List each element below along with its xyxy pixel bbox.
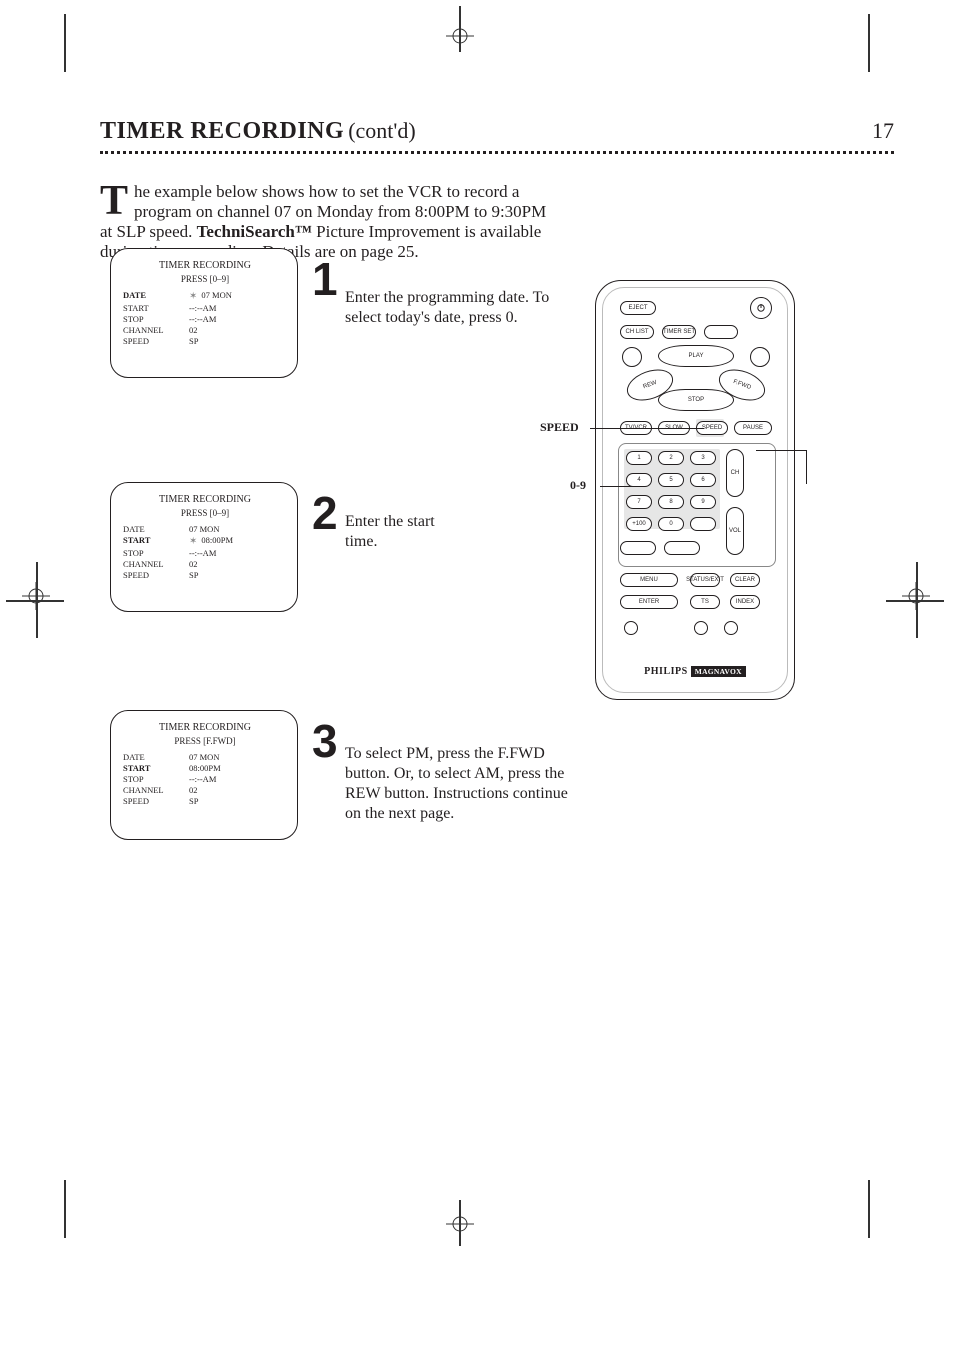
- section-title: TIMER RECORDING: [100, 118, 344, 144]
- dotted-rule: [100, 151, 894, 154]
- tv-screen-1: TIMER RECORDING PRESS [0–9] DATE✶07 MON …: [110, 248, 298, 378]
- jack-audio: [694, 621, 708, 635]
- step-1-text: Enter the programming date. To select to…: [345, 288, 585, 328]
- step-2-text: Enter the start time.: [345, 512, 455, 552]
- menu-button[interactable]: MENU: [620, 573, 678, 587]
- callout-numbers-line: [600, 486, 645, 487]
- callout-numbers: 0-9: [570, 478, 586, 493]
- num-9[interactable]: 9: [690, 495, 716, 509]
- step-3: TIMER RECORDING PRESS [F.FWD] DATE07 MON…: [110, 710, 298, 840]
- clear-button[interactable]: CLEAR: [730, 573, 760, 587]
- callout-speed: SPEED: [540, 420, 579, 435]
- num-8[interactable]: 8: [658, 495, 684, 509]
- row-bottom-left[interactable]: [620, 541, 656, 555]
- page-number: 17: [872, 118, 894, 144]
- jack-video: [724, 621, 738, 635]
- num-7[interactable]: 7: [626, 495, 652, 509]
- step-number-2: 2: [312, 486, 338, 540]
- num-5[interactable]: 5: [658, 473, 684, 487]
- status-button[interactable]: STATUS/EXIT: [690, 573, 720, 587]
- enter-button[interactable]: ENTER: [620, 595, 678, 609]
- step-number-3: 3: [312, 714, 338, 768]
- page-header: TIMER RECORDING (cont'd) 17: [100, 118, 894, 154]
- play-button[interactable]: PLAY: [658, 345, 734, 367]
- num-plus100[interactable]: +100: [626, 517, 652, 531]
- num-6[interactable]: 6: [690, 473, 716, 487]
- nav-dot-right[interactable]: [750, 347, 770, 367]
- tv-screen-2: TIMER RECORDING PRESS [0–9] DATE07 MON S…: [110, 482, 298, 612]
- ts-button[interactable]: TS: [690, 595, 720, 609]
- technisearch-name: TechniSearch™: [197, 222, 312, 241]
- dropcap: T: [100, 184, 128, 218]
- remote-brand: PHILIPSMAGNAVOX: [596, 666, 794, 677]
- tv-screen-3: TIMER RECORDING PRESS [F.FWD] DATE07 MON…: [110, 710, 298, 840]
- remote-control: EJECT CH LIST TIMER SET PLAY REW F.FWD S…: [595, 280, 795, 700]
- eject-button[interactable]: EJECT: [620, 301, 656, 315]
- num-1[interactable]: 1: [626, 451, 652, 465]
- callout-speed-line: [590, 428, 704, 429]
- callout-pause-line: [756, 450, 806, 451]
- index-button[interactable]: INDEX: [730, 595, 760, 609]
- step-number-1: 1: [312, 252, 338, 306]
- pause-button[interactable]: PAUSE: [734, 421, 772, 435]
- timerset-button[interactable]: TIMER SET: [662, 325, 696, 339]
- step-3-text: To select PM, press the F.FWD button. Or…: [345, 744, 585, 824]
- num-blank[interactable]: [690, 517, 716, 531]
- num-4[interactable]: 4: [626, 473, 652, 487]
- channel-rocker[interactable]: CH: [726, 449, 744, 497]
- num-3[interactable]: 3: [690, 451, 716, 465]
- volume-rocker[interactable]: VOL: [726, 507, 744, 555]
- stop-button[interactable]: STOP: [658, 389, 734, 411]
- step-1: TIMER RECORDING PRESS [0–9] DATE✶07 MON …: [110, 248, 298, 378]
- row-bottom-right[interactable]: [664, 541, 700, 555]
- chlist-button[interactable]: CH LIST: [620, 325, 654, 339]
- num-2[interactable]: 2: [658, 451, 684, 465]
- section-cont: (cont'd): [348, 118, 416, 143]
- jack-1: [624, 621, 638, 635]
- blink-icon: ✶: [189, 535, 197, 548]
- nav-dot-left[interactable]: [622, 347, 642, 367]
- step-2: TIMER RECORDING PRESS [0–9] DATE07 MON S…: [110, 482, 298, 612]
- num-0[interactable]: 0: [658, 517, 684, 531]
- blank-button[interactable]: [704, 325, 738, 339]
- blink-icon: ✶: [189, 290, 197, 303]
- power-button[interactable]: [750, 297, 772, 319]
